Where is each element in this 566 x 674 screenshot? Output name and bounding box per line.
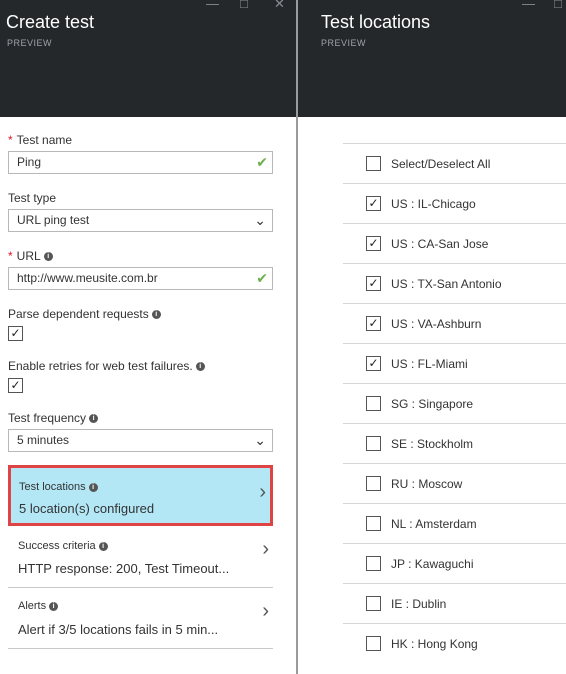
- test-type-value: URL ping test: [17, 213, 90, 227]
- select-all-item[interactable]: Select/Deselect All: [343, 143, 566, 183]
- location-name: IE : Dublin: [391, 597, 447, 611]
- location-item[interactable]: HK : Hong Kong: [343, 623, 566, 663]
- valid-check-icon: ✔: [256, 270, 268, 286]
- location-checkbox[interactable]: [366, 436, 381, 451]
- location-name: NL : Amsterdam: [391, 517, 477, 531]
- location-checkbox[interactable]: [366, 596, 381, 611]
- row-label: Success criteria i: [18, 540, 108, 552]
- test-type-select[interactable]: URL ping test ⌄: [8, 209, 273, 232]
- location-item[interactable]: ✓ US : VA-Ashburn: [343, 303, 566, 343]
- info-icon: i: [49, 601, 59, 611]
- row-value: 5 location(s) configured: [19, 501, 155, 516]
- test-name-label: * Test name: [8, 133, 73, 147]
- retries-checkbox[interactable]: ✓: [8, 378, 23, 393]
- close-icon[interactable]: ✕: [274, 0, 285, 12]
- alerts-row[interactable]: Alerts i Alert if 3/5 locations fails in …: [8, 588, 273, 648]
- parse-requests-checkbox[interactable]: ✓: [8, 326, 23, 341]
- test-frequency-select[interactable]: 5 minutes ⌄: [8, 429, 273, 452]
- blade-subtitle: PREVIEW: [7, 38, 53, 48]
- location-checkbox[interactable]: ✓: [366, 196, 381, 211]
- test-type-label: Test type: [8, 191, 57, 205]
- test-frequency-value: 5 minutes: [17, 433, 70, 447]
- location-name: SE : Stockholm: [391, 437, 474, 451]
- info-icon: i: [88, 482, 98, 492]
- location-name: US : TX-San Antonio: [391, 277, 502, 291]
- chevron-down-icon: ⌄: [254, 212, 266, 228]
- row-divider: [8, 648, 273, 649]
- location-checkbox[interactable]: [366, 396, 381, 411]
- row-value: HTTP response: 200, Test Timeout...: [18, 561, 230, 576]
- location-checkbox[interactable]: ✓: [366, 236, 381, 251]
- location-checkbox[interactable]: ✓: [366, 316, 381, 331]
- location-item[interactable]: SG : Singapore: [343, 383, 566, 423]
- info-icon[interactable]: i: [89, 414, 99, 424]
- location-item[interactable]: ✓ US : TX-San Antonio: [343, 263, 566, 303]
- test-locations-blade: Test locations PREVIEW — □ Select/Desele…: [298, 0, 566, 674]
- location-name: HK : Hong Kong: [391, 637, 478, 651]
- location-item[interactable]: JP : Kawaguchi: [343, 543, 566, 583]
- blade-header: Create test PREVIEW — □ ✕: [0, 0, 296, 117]
- location-name: US : IL-Chicago: [391, 197, 476, 211]
- chevron-right-icon: ›: [259, 481, 266, 503]
- location-name: US : FL-Miami: [391, 357, 468, 371]
- info-icon: i: [98, 541, 108, 551]
- success-criteria-row[interactable]: Success criteria i HTTP response: 200, Te…: [8, 528, 273, 588]
- maximize-icon[interactable]: □: [240, 0, 248, 11]
- info-icon[interactable]: i: [195, 362, 205, 372]
- location-checkbox[interactable]: [366, 556, 381, 571]
- test-locations-row[interactable]: Test locations i 5 location(s) configured…: [8, 465, 273, 526]
- location-item[interactable]: IE : Dublin: [343, 583, 566, 623]
- info-icon[interactable]: i: [43, 252, 53, 262]
- chevron-right-icon: ›: [262, 538, 269, 560]
- location-checkbox[interactable]: [366, 636, 381, 651]
- blade-subtitle: PREVIEW: [321, 38, 367, 48]
- location-name: US : VA-Ashburn: [391, 317, 482, 331]
- required-marker: *: [8, 133, 13, 147]
- create-test-blade: Create test PREVIEW — □ ✕ * Test name Pin…: [0, 0, 296, 674]
- test-frequency-label: Test frequency i: [8, 411, 99, 425]
- select-all-label: Select/Deselect All: [391, 157, 491, 171]
- blade-title: Create test: [6, 12, 95, 32]
- select-all-checkbox[interactable]: [366, 156, 381, 171]
- minimize-icon[interactable]: —: [206, 0, 219, 11]
- valid-check-icon: ✔: [256, 154, 268, 170]
- location-name: SG : Singapore: [391, 397, 474, 411]
- location-checkbox[interactable]: ✓: [366, 276, 381, 291]
- location-item[interactable]: NL : Amsterdam: [343, 503, 566, 543]
- row-label: Alerts i: [18, 600, 59, 612]
- test-name-input[interactable]: Ping ✔: [8, 151, 273, 174]
- maximize-icon[interactable]: □: [554, 0, 562, 11]
- info-icon[interactable]: i: [151, 310, 161, 320]
- location-item[interactable]: SE : Stockholm: [343, 423, 566, 463]
- blade-header: Test locations PREVIEW — □: [298, 0, 566, 117]
- row-value: Alert if 3/5 locations fails in 5 min...: [18, 622, 219, 637]
- location-checkbox[interactable]: [366, 476, 381, 491]
- location-name: US : CA-San Jose: [391, 237, 489, 251]
- blade-title: Test locations: [321, 12, 431, 32]
- location-checkbox[interactable]: ✓: [366, 356, 381, 371]
- url-input[interactable]: http://www.meusite.com.br ✔: [8, 267, 273, 290]
- row-label: Test locations i: [19, 481, 98, 493]
- parse-requests-label: Parse dependent requests i: [8, 307, 161, 321]
- location-item[interactable]: RU : Moscow: [343, 463, 566, 503]
- minimize-icon[interactable]: —: [522, 0, 535, 11]
- location-item[interactable]: ✓ US : FL-Miami: [343, 343, 566, 383]
- location-name: JP : Kawaguchi: [391, 557, 474, 571]
- location-item[interactable]: ✓ US : CA-San Jose: [343, 223, 566, 263]
- url-value: http://www.meusite.com.br: [17, 271, 158, 285]
- test-name-value: Ping: [17, 155, 42, 169]
- url-label: * URL i: [8, 249, 53, 263]
- chevron-right-icon: ›: [262, 600, 269, 622]
- chevron-down-icon: ⌄: [254, 432, 266, 448]
- location-checkbox[interactable]: [366, 516, 381, 531]
- location-name: RU : Moscow: [391, 477, 463, 491]
- required-marker: *: [8, 249, 13, 263]
- retries-label: Enable retries for web test failures. i: [8, 359, 205, 373]
- location-item[interactable]: ✓ US : IL-Chicago: [343, 183, 566, 223]
